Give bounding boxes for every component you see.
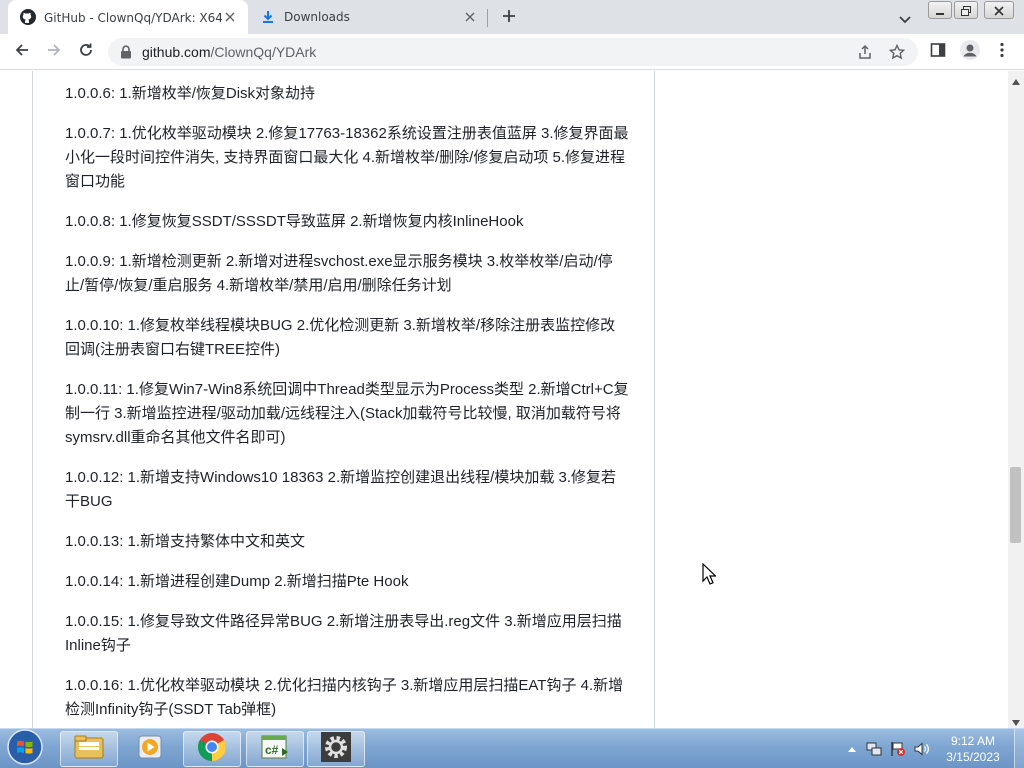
tab-downloads[interactable]: Downloads bbox=[248, 0, 488, 34]
taskbar-chrome[interactable] bbox=[183, 731, 241, 767]
url-host: github.com bbox=[142, 44, 211, 60]
scroll-thumb[interactable] bbox=[1010, 467, 1021, 543]
new-tab-button[interactable] bbox=[498, 6, 520, 28]
clock-date: 3/15/2023 bbox=[946, 750, 1000, 764]
side-panel-icon bbox=[930, 42, 946, 62]
tab-search-button[interactable] bbox=[894, 7, 916, 29]
tab-github[interactable]: GitHub - ClownQq/YDArk: X64内核工具 bbox=[8, 0, 248, 34]
url-text: github.com/ClownQq/YDArk bbox=[142, 44, 316, 60]
start-button[interactable] bbox=[4, 729, 46, 768]
release-note-1007: 1.0.0.7: 1.优化枚举驱动模块 2.修复17763-18362系统设置注… bbox=[65, 125, 629, 190]
share-icon[interactable] bbox=[856, 43, 874, 61]
content-border-right bbox=[654, 71, 655, 728]
volume-icon[interactable] bbox=[914, 741, 930, 757]
windows-logo-icon bbox=[7, 729, 43, 768]
lock-icon[interactable] bbox=[118, 44, 134, 60]
release-note-10013: 1.0.0.13: 1.新增支持繁体中文和英文 bbox=[65, 533, 306, 550]
window-close-button[interactable] bbox=[984, 1, 1014, 19]
taskbar-explorer[interactable] bbox=[60, 731, 118, 767]
folder-icon bbox=[74, 734, 104, 764]
release-note-10015: 1.0.0.15: 1.修复导致文件路径异常BUG 2.新增注册表导出.reg文… bbox=[65, 613, 622, 654]
reload-button[interactable] bbox=[74, 40, 98, 64]
url-path: /ClownQq/YDArk bbox=[210, 44, 317, 60]
svg-text:c#: c# bbox=[265, 743, 279, 757]
restore-icon bbox=[960, 1, 972, 20]
arrow-right-icon bbox=[46, 42, 62, 62]
address-bar[interactable]: github.com/ClownQq/YDArk bbox=[108, 38, 918, 66]
avatar-icon bbox=[960, 40, 980, 64]
show-hidden-icons-icon[interactable] bbox=[844, 741, 860, 757]
release-note-10011: 1.0.0.11: 1.修复Win7-Win8系统回调中Thread类型显示为P… bbox=[65, 381, 629, 446]
taskbar-clock[interactable]: 9:12 AM 3/15/2023 bbox=[938, 733, 1008, 765]
taskbar-settings[interactable] bbox=[307, 731, 365, 767]
forward-button[interactable] bbox=[42, 40, 66, 64]
mouse-pointer-icon bbox=[702, 562, 717, 585]
network-icon[interactable] bbox=[866, 741, 882, 757]
triangle-up-icon bbox=[1012, 70, 1020, 89]
kebab-menu-icon bbox=[1000, 42, 1004, 62]
gear-icon bbox=[321, 732, 351, 766]
minimize-icon bbox=[935, 1, 945, 20]
page-scrollbar[interactable] bbox=[1008, 71, 1024, 728]
content-border-left bbox=[32, 71, 33, 728]
minimize-button[interactable] bbox=[928, 1, 952, 19]
triangle-down-icon bbox=[1012, 711, 1020, 730]
close-icon[interactable] bbox=[462, 9, 478, 25]
side-panel-button[interactable] bbox=[926, 40, 950, 64]
scroll-down-button[interactable] bbox=[1008, 712, 1024, 728]
tab-strip: GitHub - ClownQq/YDArk: X64内核工具 Download… bbox=[0, 0, 1024, 34]
close-icon[interactable] bbox=[222, 9, 238, 25]
taskbar: c# 9:12 AM 3/15/2023 bbox=[0, 728, 1024, 768]
media-player-icon bbox=[137, 734, 163, 764]
back-button[interactable] bbox=[10, 40, 34, 64]
reload-icon bbox=[78, 42, 94, 62]
action-center-flag-icon[interactable] bbox=[890, 741, 906, 757]
taskbar-csharp-app[interactable]: c# bbox=[246, 731, 304, 767]
release-note-10010: 1.0.0.10: 1.修复枚举线程模块BUG 2.优化检测更新 3.新增枚举/… bbox=[65, 317, 616, 358]
chevron-down-icon bbox=[899, 9, 911, 28]
release-note-10014: 1.0.0.14: 1.新增进程创建Dump 2.新增扫描Pte Hook bbox=[65, 573, 409, 590]
release-note-10012: 1.0.0.12: 1.新增支持Windows10 18363 2.新增监控创建… bbox=[65, 469, 616, 510]
release-notes: 1.0.0.6: 1.新增枚举/恢复Disk对象劫持 1.0.0.7: 1.优化… bbox=[65, 82, 630, 728]
release-note-1008: 1.0.0.8: 1.修复恢复SSDT/SSSDT导致蓝屏 2.新增恢复内核In… bbox=[65, 213, 524, 230]
tab-github-title: GitHub - ClownQq/YDArk: X64内核工具 bbox=[44, 10, 222, 25]
scroll-up-button[interactable] bbox=[1008, 71, 1024, 87]
bookmark-star-icon[interactable] bbox=[888, 43, 906, 61]
download-icon bbox=[260, 9, 276, 25]
clock-time: 9:12 AM bbox=[950, 734, 996, 748]
profile-button[interactable] bbox=[958, 40, 982, 64]
release-note-10016: 1.0.0.16: 1.优化枚举驱动模块 2.优化扫描内核钩子 3.新增应用层扫… bbox=[65, 677, 624, 718]
csharp-icon: c# bbox=[260, 734, 290, 764]
page-viewport: 1.0.0.6: 1.新增枚举/恢复Disk对象劫持 1.0.0.7: 1.优化… bbox=[0, 71, 1008, 728]
restore-button[interactable] bbox=[954, 1, 978, 19]
plus-icon bbox=[502, 8, 516, 27]
tab-divider bbox=[487, 9, 488, 27]
close-icon bbox=[994, 1, 1004, 20]
menu-button[interactable] bbox=[990, 40, 1014, 64]
browser-toolbar: github.com/ClownQq/YDArk bbox=[0, 34, 1024, 70]
chrome-icon bbox=[197, 732, 227, 766]
tab-downloads-title: Downloads bbox=[284, 10, 350, 24]
taskbar-media-player[interactable] bbox=[121, 731, 179, 767]
release-note-1009: 1.0.0.9: 1.新增检测更新 2.新增对进程svchost.exe显示服务… bbox=[65, 253, 613, 294]
release-note-1006: 1.0.0.6: 1.新增枚举/恢复Disk对象劫持 bbox=[65, 85, 316, 102]
arrow-left-icon bbox=[14, 42, 30, 62]
show-desktop-button[interactable] bbox=[1014, 729, 1024, 768]
github-icon bbox=[20, 9, 36, 25]
